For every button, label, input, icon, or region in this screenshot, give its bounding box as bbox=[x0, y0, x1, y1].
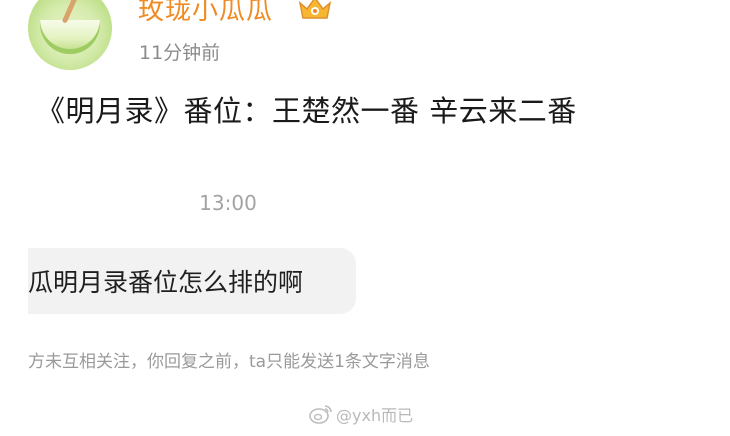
post-timestamp: 11分钟前 bbox=[139, 42, 221, 64]
avatar[interactable] bbox=[28, 0, 112, 70]
crown-badge-icon bbox=[298, 0, 332, 19]
weibo-logo-icon bbox=[309, 405, 332, 424]
watermark: @yxh而已 bbox=[308, 401, 413, 427]
chat-timestamp: 13:00 bbox=[199, 191, 257, 215]
username[interactable]: 玫珑小瓜瓜 bbox=[138, 0, 273, 27]
screenshot: 玫珑小瓜瓜 11分钟前 《明月录》番位：王楚然一番 辛云来二番 13:00 瓜明… bbox=[0, 0, 730, 436]
melon-bowl-graphic bbox=[40, 20, 100, 54]
watermark-text: @yxh而已 bbox=[336, 406, 414, 425]
message-text: 瓜明月录番位怎么排的啊 bbox=[28, 268, 304, 297]
post-text: 《明月录》番位：王楚然一番 辛云来二番 bbox=[36, 94, 577, 128]
follow-notice: 方未互相关注，你回复之前，ta只能发送1条文字消息 bbox=[28, 352, 430, 372]
